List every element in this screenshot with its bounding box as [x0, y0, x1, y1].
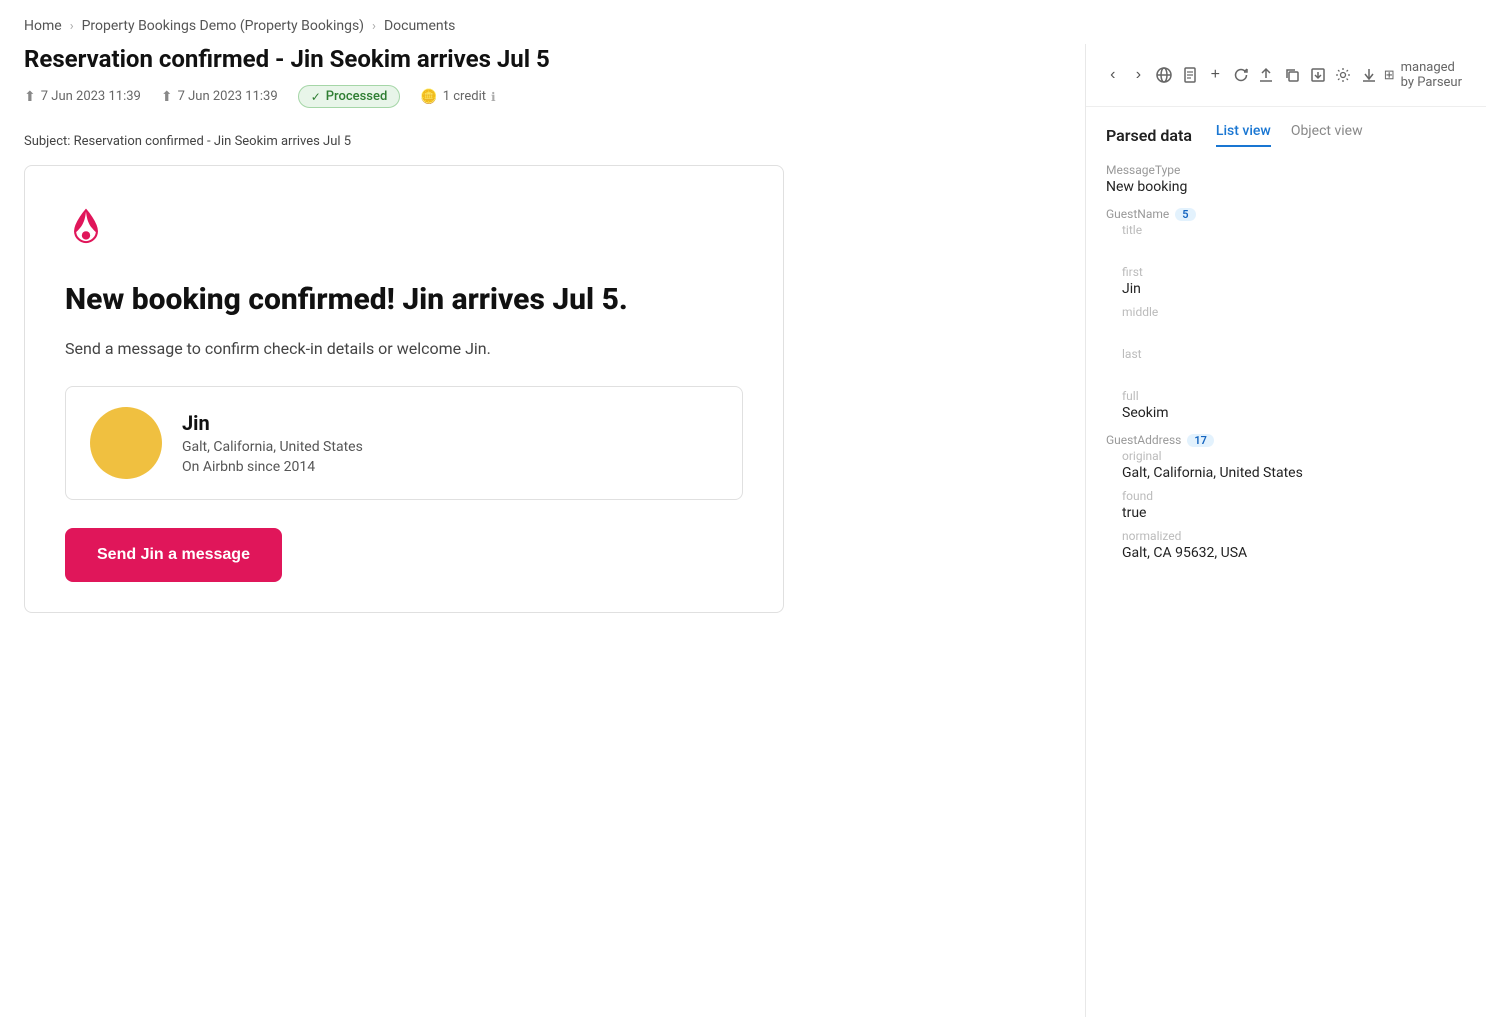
sub-value-middle: [1106, 321, 1466, 339]
left-panel: Reservation confirmed - Jin Seokim arriv…: [0, 44, 1086, 1017]
download2-button[interactable]: [1307, 58, 1329, 92]
sub-value-title: [1106, 239, 1466, 257]
sub-key-original: original: [1106, 449, 1466, 463]
managed-by-label: ⊞ managed by Parseur: [1384, 60, 1470, 90]
breadcrumb-home[interactable]: Home: [24, 18, 62, 34]
settings-button[interactable]: [1332, 58, 1354, 92]
sub-key-normalized: normalized: [1106, 529, 1466, 543]
field-badge-guest-name: 5: [1175, 208, 1195, 221]
send-message-button[interactable]: Send Jin a message: [65, 528, 282, 582]
subject-line: Subject: Reservation confirmed - Jin Seo…: [24, 130, 1061, 149]
guest-location: Galt, California, United States: [182, 439, 363, 455]
upload-button[interactable]: [1256, 58, 1278, 92]
sub-value-original: Galt, California, United States: [1106, 465, 1466, 481]
sub-key-full: full: [1106, 389, 1466, 403]
status-badge: ✓ Processed: [298, 85, 401, 108]
forward-button[interactable]: ›: [1128, 58, 1150, 92]
upload-date-2-value: 7 Jun 2023 11:39: [178, 89, 278, 104]
refresh-button[interactable]: [1230, 58, 1252, 92]
document-title: Reservation confirmed - Jin Seokim arriv…: [24, 44, 1061, 75]
document-button[interactable]: [1179, 58, 1201, 92]
copy-button[interactable]: [1281, 58, 1303, 92]
info-icon: ℹ: [491, 90, 496, 104]
parsed-data-title: Parsed data: [1106, 126, 1192, 145]
breadcrumb-documents[interactable]: Documents: [384, 18, 455, 34]
email-subtext: Send a message to confirm check-in detai…: [65, 339, 743, 358]
globe-button[interactable]: [1153, 58, 1175, 92]
field-message-type: MessageType New booking: [1106, 163, 1466, 195]
add-button[interactable]: +: [1204, 58, 1226, 92]
email-card: New booking confirmed! Jin arrives Jul 5…: [24, 165, 784, 613]
breadcrumb-chevron-2: ›: [372, 19, 376, 34]
field-badge-guest-address: 17: [1187, 434, 1214, 447]
upload-date-1-value: 7 Jun 2023 11:39: [41, 89, 141, 104]
document-header: Reservation confirmed - Jin Seokim arriv…: [24, 44, 1061, 120]
field-guest-address: GuestAddress 17 original Galt, Californi…: [1106, 433, 1466, 561]
guest-card: Jin Galt, California, United States On A…: [65, 386, 743, 500]
tab-object-view[interactable]: Object view: [1291, 123, 1363, 147]
credit-icon: 🪙: [420, 89, 437, 105]
sub-key-last: last: [1106, 347, 1466, 361]
sub-key-title: title: [1106, 223, 1466, 237]
toolbar: ‹ › +: [1086, 44, 1486, 107]
sub-key-middle: middle: [1106, 305, 1466, 319]
sub-fields-guest-name: title first Jin middle last full Seokim: [1106, 223, 1466, 421]
field-value-message-type: New booking: [1106, 179, 1466, 195]
guest-since: On Airbnb since 2014: [182, 459, 363, 475]
upload-date-1: ⬆ 7 Jun 2023 11:39: [24, 89, 141, 105]
guest-avatar: [90, 407, 162, 479]
document-meta: ⬆ 7 Jun 2023 11:39 ⬆ 7 Jun 2023 11:39 ✓ …: [24, 85, 1061, 108]
layers-icon: ⊞: [1384, 68, 1395, 83]
managed-by-text: managed by Parseur: [1401, 60, 1470, 90]
sub-key-found: found: [1106, 489, 1466, 503]
sub-value-normalized: Galt, CA 95632, USA: [1106, 545, 1466, 561]
sub-key-first: first: [1106, 265, 1466, 279]
credit-badge: 🪙 1 credit ℹ: [420, 89, 495, 105]
field-guest-name: GuestName 5 title first Jin middle last …: [1106, 207, 1466, 421]
sub-fields-guest-address: original Galt, California, United States…: [1106, 449, 1466, 561]
status-label: Processed: [326, 89, 388, 104]
sub-value-found: true: [1106, 505, 1466, 521]
sub-value-last: [1106, 363, 1466, 381]
guest-info: Jin Galt, California, United States On A…: [182, 411, 363, 475]
field-key-guest-address: GuestAddress 17: [1106, 433, 1466, 447]
parsed-data-header: Parsed data List view Object view: [1106, 123, 1466, 147]
upload-icon-2: ⬆: [161, 89, 173, 105]
sub-value-first: Jin: [1106, 281, 1466, 297]
email-heading: New booking confirmed! Jin arrives Jul 5…: [65, 280, 743, 319]
breadcrumb-chevron-1: ›: [70, 19, 74, 34]
guest-name: Jin: [182, 411, 363, 435]
parsed-data-panel: Parsed data List view Object view Messag…: [1086, 107, 1486, 1017]
right-panel: ‹ › +: [1086, 44, 1486, 1017]
check-icon: ✓: [311, 90, 321, 104]
breadcrumb: Home › Property Bookings Demo (Property …: [0, 0, 1486, 44]
field-key-message-type: MessageType: [1106, 163, 1466, 177]
credit-value: 1 credit: [443, 89, 486, 104]
download-button[interactable]: [1358, 58, 1380, 92]
airbnb-logo: [65, 206, 743, 252]
tab-list-view[interactable]: List view: [1216, 123, 1271, 147]
upload-date-2: ⬆ 7 Jun 2023 11:39: [161, 89, 278, 105]
back-button[interactable]: ‹: [1102, 58, 1124, 92]
sub-value-full: Seokim: [1106, 405, 1466, 421]
field-key-guest-name: GuestName 5: [1106, 207, 1466, 221]
breadcrumb-property-bookings[interactable]: Property Bookings Demo (Property Booking…: [82, 18, 364, 34]
upload-icon-1: ⬆: [24, 89, 36, 105]
